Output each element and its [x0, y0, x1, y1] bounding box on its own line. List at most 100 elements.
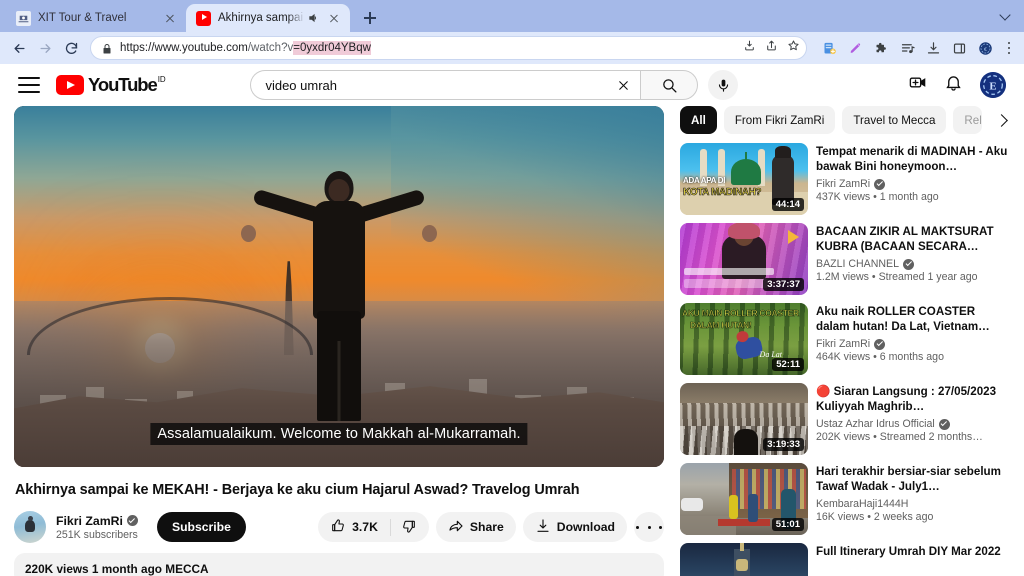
list-item[interactable]: AKU MAIN ROLLER COASTER DALAM HUTAN! Da … — [680, 303, 1010, 375]
search-submit-button[interactable] — [640, 70, 699, 100]
search-area — [250, 70, 739, 100]
chip-related[interactable]: Rel — [953, 106, 982, 134]
recommendation-title: 🔴 Siaran Langsung : 27/05/2023 Kuliyyah … — [816, 385, 997, 413]
browser-toolbar: https://www.youtube.com/watch?v =0yxdr04Y… — [0, 32, 1024, 64]
verified-badge-icon — [874, 178, 886, 190]
share-label: Share — [469, 520, 504, 534]
channel-name-row[interactable]: Fikri ZamRi — [56, 514, 138, 528]
youtube-favicon-icon — [196, 10, 211, 26]
recommendation-title: Full Itinerary Umrah DIY Mar 2022 — [816, 545, 1001, 558]
recommendation-info: Tempat menarik di MADINAH - Aku bawak Bi… — [816, 143, 1010, 215]
youtube-logo-text: YouTube — [88, 74, 158, 95]
chevron-right-icon[interactable] — [982, 106, 1010, 134]
create-video-icon[interactable] — [908, 73, 927, 97]
clear-x-icon[interactable] — [606, 78, 640, 93]
like-dislike-group[interactable]: 3.7K — [318, 512, 429, 542]
recommendation-info: 🔴 Siaran Langsung : 27/05/2023 Kuliyyah … — [816, 383, 1010, 455]
video-description-stats: 220K views 1 month ago MECCA — [25, 562, 209, 576]
verified-badge-icon — [903, 258, 915, 270]
recommendation-channel-row[interactable]: Fikri ZamRi — [816, 338, 1010, 350]
recommendation-channel: Ustaz Azhar Idrus Official — [816, 418, 935, 430]
puzzle-extensions-icon[interactable] — [873, 40, 890, 57]
extension-blue-icon[interactable] — [821, 40, 838, 57]
close-icon[interactable] — [326, 10, 342, 26]
video-thumbnail[interactable]: ADA APA DI KOTA MADINAH? 44:14 — [680, 143, 808, 215]
install-app-icon[interactable] — [743, 39, 756, 57]
list-item[interactable]: ADA APA DI KOTA MADINAH? 44:14 Tempat me… — [680, 143, 1010, 215]
channel-avatar[interactable] — [14, 511, 46, 543]
channel-meta: Fikri ZamRi 251K subscribers — [56, 514, 138, 541]
more-horizontal-icon[interactable] — [634, 512, 664, 542]
person-silhouette — [239, 170, 439, 453]
youtube-country-code: ID — [157, 75, 166, 84]
share-button[interactable]: Share — [435, 512, 516, 542]
video-duration: 3:19:33 — [763, 438, 804, 451]
recommendation-channel: BAZLI CHANNEL — [816, 258, 900, 270]
search-box[interactable] — [250, 70, 641, 100]
youtube-logo[interactable]: YouTube ID — [56, 75, 166, 95]
recommendation-title: Aku naik ROLLER COASTER dalam hutan! Da … — [816, 305, 990, 333]
search-input[interactable] — [265, 77, 607, 93]
recommendation-info: BACAAN ZIKIR AL MAKTSURAT KUBRA (BACAAN … — [816, 223, 1010, 295]
video-duration: 3:37:37 — [763, 278, 804, 291]
browser-tab-youtube[interactable]: Akhirnya sampai ke MEKAH — [186, 4, 350, 32]
video-thumbnail[interactable]: 3:19:33 — [680, 383, 808, 455]
recommendation-channel-row[interactable]: KembaraHaji1444H — [816, 498, 1010, 510]
url-host: https://www.youtube.com — [120, 42, 248, 54]
chip-travel-to-mecca[interactable]: Travel to Mecca — [842, 106, 947, 134]
close-icon[interactable] — [162, 10, 178, 26]
download-label: Download — [556, 520, 615, 534]
video-thumbnail[interactable]: 3:37:37 — [680, 223, 808, 295]
list-item[interactable]: 3:19:33 🔴 Siaran Langsung : 27/05/2023 K… — [680, 383, 1010, 455]
recommendation-channel-row[interactable]: Ustaz Azhar Idrus Official — [816, 418, 1010, 430]
hamburger-menu-icon[interactable] — [18, 77, 40, 93]
audio-playing-icon[interactable] — [307, 11, 321, 25]
chip-from-fikri-zamri[interactable]: From Fikri ZamRi — [723, 106, 836, 134]
video-thumbnail[interactable]: 51:01 — [680, 463, 808, 535]
bookmark-star-icon[interactable] — [787, 39, 800, 57]
list-item[interactable]: 51:01 Hari terakhir bersiar-siar sebelum… — [680, 463, 1010, 535]
new-tab-button[interactable] — [356, 4, 384, 32]
highlighter-pen-icon[interactable] — [847, 40, 864, 57]
downloads-icon[interactable] — [925, 40, 942, 57]
list-item[interactable]: 3:37:37 BACAAN ZIKIR AL MAKTSURAT KUBRA … — [680, 223, 1010, 295]
secondary-column: All From Fikri ZamRi Travel to Mecca Rel — [680, 106, 1010, 576]
subscribe-button[interactable]: Subscribe — [156, 512, 246, 542]
video-description-box[interactable]: 220K views 1 month ago MECCA — [14, 553, 664, 576]
video-duration: 51:01 — [771, 518, 804, 531]
microphone-icon[interactable] — [708, 70, 739, 100]
back-arrow-icon[interactable] — [6, 35, 32, 61]
video-thumbnail[interactable]: AKU MAIN ROLLER COASTER DALAM HUTAN! Da … — [680, 303, 808, 375]
thumbs-down-icon[interactable] — [401, 518, 417, 537]
chip-all[interactable]: All — [680, 106, 717, 134]
thumbs-up-icon[interactable] — [330, 518, 346, 537]
recommendation-channel: KembaraHaji1444H — [816, 498, 909, 510]
like-count: 3.7K — [352, 520, 378, 534]
account-avatar[interactable]: E — [979, 72, 1006, 98]
recommendation-title: Hari terakhir bersiar-siar sebelum Tawaf… — [816, 465, 1001, 493]
video-meta-row: Fikri ZamRi 251K subscribers Subscribe 3… — [14, 511, 664, 543]
forward-arrow-icon[interactable] — [32, 35, 58, 61]
download-button[interactable]: Download — [522, 512, 627, 542]
recommendation-channel-row[interactable]: Fikri ZamRi — [816, 178, 1010, 190]
profile-avatar-icon[interactable]: € — [977, 40, 994, 57]
notifications-bell-icon[interactable] — [944, 73, 963, 97]
action-divider — [389, 518, 391, 536]
three-dot-menu-icon[interactable] — [1000, 41, 1018, 55]
side-panel-icon[interactable] — [951, 40, 968, 57]
list-item[interactable]: Full Itinerary Umrah DIY Mar 2022 — [680, 543, 1010, 576]
recommendation-channel-row[interactable]: BAZLI CHANNEL — [816, 258, 1010, 270]
video-player[interactable]: Assalamualaikum. Welcome to Makkah al-Mu… — [14, 106, 664, 467]
address-bar[interactable]: https://www.youtube.com/watch?v =0yxdr04Y… — [90, 36, 807, 60]
verified-badge-icon — [874, 338, 886, 350]
share-icon[interactable] — [765, 39, 778, 57]
tab-search-chevron-down-icon[interactable] — [1000, 9, 1012, 21]
browser-tab-xit-tour[interactable]: XIT Tour & Travel — [6, 4, 186, 32]
lock-icon — [101, 42, 113, 54]
recommendation-list: ADA APA DI KOTA MADINAH? 44:14 Tempat me… — [680, 143, 1010, 576]
reading-list-icon[interactable] — [899, 40, 916, 57]
thumbnail-text-line2: KOTA MADINAH? — [683, 186, 762, 199]
video-thumbnail[interactable] — [680, 543, 808, 576]
browser-window: XIT Tour & Travel Akhirnya sampai ke MEK… — [0, 0, 1024, 576]
reload-icon[interactable] — [58, 35, 84, 61]
